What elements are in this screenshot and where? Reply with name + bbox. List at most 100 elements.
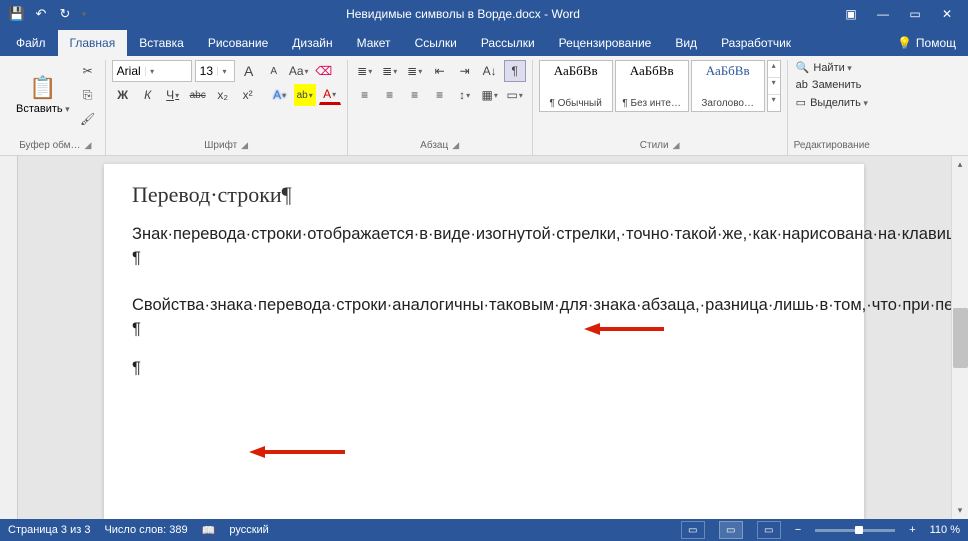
format-painter-icon[interactable]: 🖌	[77, 108, 99, 130]
style-no-spacing[interactable]: АаБбВв¶ Без инте…	[615, 60, 689, 112]
bold-button[interactable]: Ж	[112, 84, 134, 106]
subscript-button[interactable]: x₂	[212, 84, 234, 106]
group-clipboard: 📋 Вставить ✂ ⎘ 🖌 Буфер обм… ◢	[6, 60, 106, 155]
paragraph-1: Знак·перевода·строки·отображается·в·виде…	[132, 222, 836, 246]
red-arrow-annotation	[249, 444, 345, 460]
page-status[interactable]: Страница 3 из 3	[8, 524, 90, 536]
strike-button[interactable]: abc	[187, 84, 209, 106]
web-layout-icon[interactable]: ▭	[757, 521, 781, 539]
tell-me-label: Помощ	[916, 36, 956, 50]
font-launcher-icon[interactable]: ◢	[241, 140, 248, 151]
lightbulb-icon: 💡	[897, 36, 912, 50]
ribbon: 📋 Вставить ✂ ⎘ 🖌 Буфер обм…◢ Arial▾ 13▾ …	[0, 56, 968, 156]
shading-icon[interactable]: ▦	[479, 84, 501, 106]
page[interactable]: Перевод·строки¶ Знак·перевода·строки·ото…	[104, 164, 864, 519]
scroll-down-icon[interactable]: ▾	[952, 502, 968, 519]
copy-icon[interactable]: ⎘	[77, 84, 99, 106]
font-color-icon[interactable]: A	[319, 86, 341, 105]
save-icon[interactable]: 💾	[6, 3, 28, 25]
find-button[interactable]: 🔍Найти	[794, 60, 870, 75]
vertical-scrollbar[interactable]: ▴ ▾	[951, 156, 968, 519]
show-marks-icon[interactable]: ¶	[504, 60, 526, 82]
tab-mailings[interactable]: Рассылки	[469, 30, 547, 56]
tab-draw[interactable]: Рисование	[196, 30, 280, 56]
red-arrow-annotation	[584, 321, 664, 337]
zoom-in-icon[interactable]: +	[909, 524, 915, 536]
style-normal[interactable]: АаБбВв¶ Обычный	[539, 60, 613, 112]
language-status[interactable]: русский	[229, 524, 268, 536]
heading: Перевод·строки¶	[132, 182, 836, 208]
font-group-label: Шрифт	[204, 140, 237, 151]
style-heading[interactable]: АаБбВвЗаголово…	[691, 60, 765, 112]
scroll-thumb[interactable]	[953, 308, 968, 368]
tab-references[interactable]: Ссылки	[403, 30, 469, 56]
highlight-icon[interactable]: ab	[294, 84, 316, 106]
bullets-icon[interactable]: ≣	[354, 60, 376, 82]
tab-developer[interactable]: Разработчик	[709, 30, 803, 56]
cursor-icon: ▭	[796, 96, 806, 109]
tab-review[interactable]: Рецензирование	[547, 30, 664, 56]
qat-customize-icon[interactable]	[78, 3, 90, 25]
read-mode-icon[interactable]: ▭	[681, 521, 705, 539]
underline-button[interactable]: Ч	[162, 84, 184, 106]
shrink-font-icon[interactable]: A	[263, 60, 285, 82]
clipboard-launcher-icon[interactable]: ◢	[85, 140, 92, 151]
tell-me[interactable]: 💡 Помощ	[885, 30, 968, 56]
redo-icon[interactable]: ↻	[54, 3, 76, 25]
tab-layout[interactable]: Макет	[345, 30, 403, 56]
grow-font-icon[interactable]: A	[238, 60, 260, 82]
zoom-out-icon[interactable]: −	[795, 524, 801, 536]
editing-group-label: Редактирование	[794, 140, 870, 151]
align-center-icon[interactable]: ≡	[379, 84, 401, 106]
proofing-icon[interactable]: 📖	[202, 524, 216, 537]
quick-access-toolbar: 💾 ↶ ↻	[6, 3, 90, 25]
multilevel-icon[interactable]: ≣	[404, 60, 426, 82]
undo-icon[interactable]: ↶	[30, 3, 52, 25]
italic-button[interactable]: К	[137, 84, 159, 106]
ribbon-options-icon[interactable]: ▣	[836, 3, 866, 25]
close-icon[interactable]: ✕	[932, 3, 962, 25]
paragraph-launcher-icon[interactable]: ◢	[452, 140, 459, 151]
align-left-icon[interactable]: ≡	[354, 84, 376, 106]
pilcrow-mark: ¶	[132, 246, 836, 270]
vertical-ruler[interactable]	[0, 156, 18, 519]
font-size-combo[interactable]: 13▾	[195, 60, 235, 82]
zoom-slider[interactable]	[815, 529, 895, 532]
paste-button[interactable]: 📋 Вставить	[12, 73, 74, 117]
clear-format-icon[interactable]: ⌫	[313, 60, 335, 82]
titlebar: 💾 ↶ ↻ Невидимые символы в Ворде.docx - W…	[0, 0, 968, 28]
change-case-icon[interactable]: Aa	[288, 60, 310, 82]
borders-icon[interactable]: ▭	[504, 84, 526, 106]
font-name-combo[interactable]: Arial▾	[112, 60, 192, 82]
window-title: Невидимые символы в Ворде.docx - Word	[90, 7, 836, 21]
justify-icon[interactable]: ≡	[429, 84, 451, 106]
styles-group-label: Стили	[640, 140, 669, 151]
zoom-level[interactable]: 110 %	[930, 524, 960, 536]
sort-icon[interactable]: A↓	[479, 60, 501, 82]
replace-button[interactable]: abЗаменить	[794, 78, 870, 92]
tab-file[interactable]: Файл	[4, 30, 58, 56]
superscript-button[interactable]: x²	[237, 84, 259, 106]
styles-expand-icon[interactable]: ▾	[768, 94, 780, 111]
minimize-icon[interactable]: —	[868, 3, 898, 25]
maximize-icon[interactable]: ▭	[900, 3, 930, 25]
tab-design[interactable]: Дизайн	[280, 30, 344, 56]
align-right-icon[interactable]: ≡	[404, 84, 426, 106]
print-layout-icon[interactable]: ▭	[719, 521, 743, 539]
text-effects-icon[interactable]: A	[269, 84, 291, 106]
styles-scroll-up-icon[interactable]: ▴	[768, 61, 780, 77]
cut-icon[interactable]: ✂	[77, 60, 99, 82]
indent-decrease-icon[interactable]: ⇤	[429, 60, 451, 82]
styles-scroll-down-icon[interactable]: ▾	[768, 77, 780, 94]
tab-insert[interactable]: Вставка	[127, 30, 196, 56]
line-spacing-icon[interactable]: ↕	[454, 84, 476, 106]
styles-launcher-icon[interactable]: ◢	[673, 140, 680, 151]
tab-home[interactable]: Главная	[58, 30, 128, 56]
clipboard-group-label: Буфер обм…	[19, 140, 80, 151]
word-count[interactable]: Число слов: 389	[104, 524, 187, 536]
scroll-up-icon[interactable]: ▴	[952, 156, 968, 173]
numbering-icon[interactable]: ≣	[379, 60, 401, 82]
tab-view[interactable]: Вид	[663, 30, 709, 56]
indent-increase-icon[interactable]: ⇥	[454, 60, 476, 82]
select-button[interactable]: ▭Выделить	[794, 95, 870, 110]
